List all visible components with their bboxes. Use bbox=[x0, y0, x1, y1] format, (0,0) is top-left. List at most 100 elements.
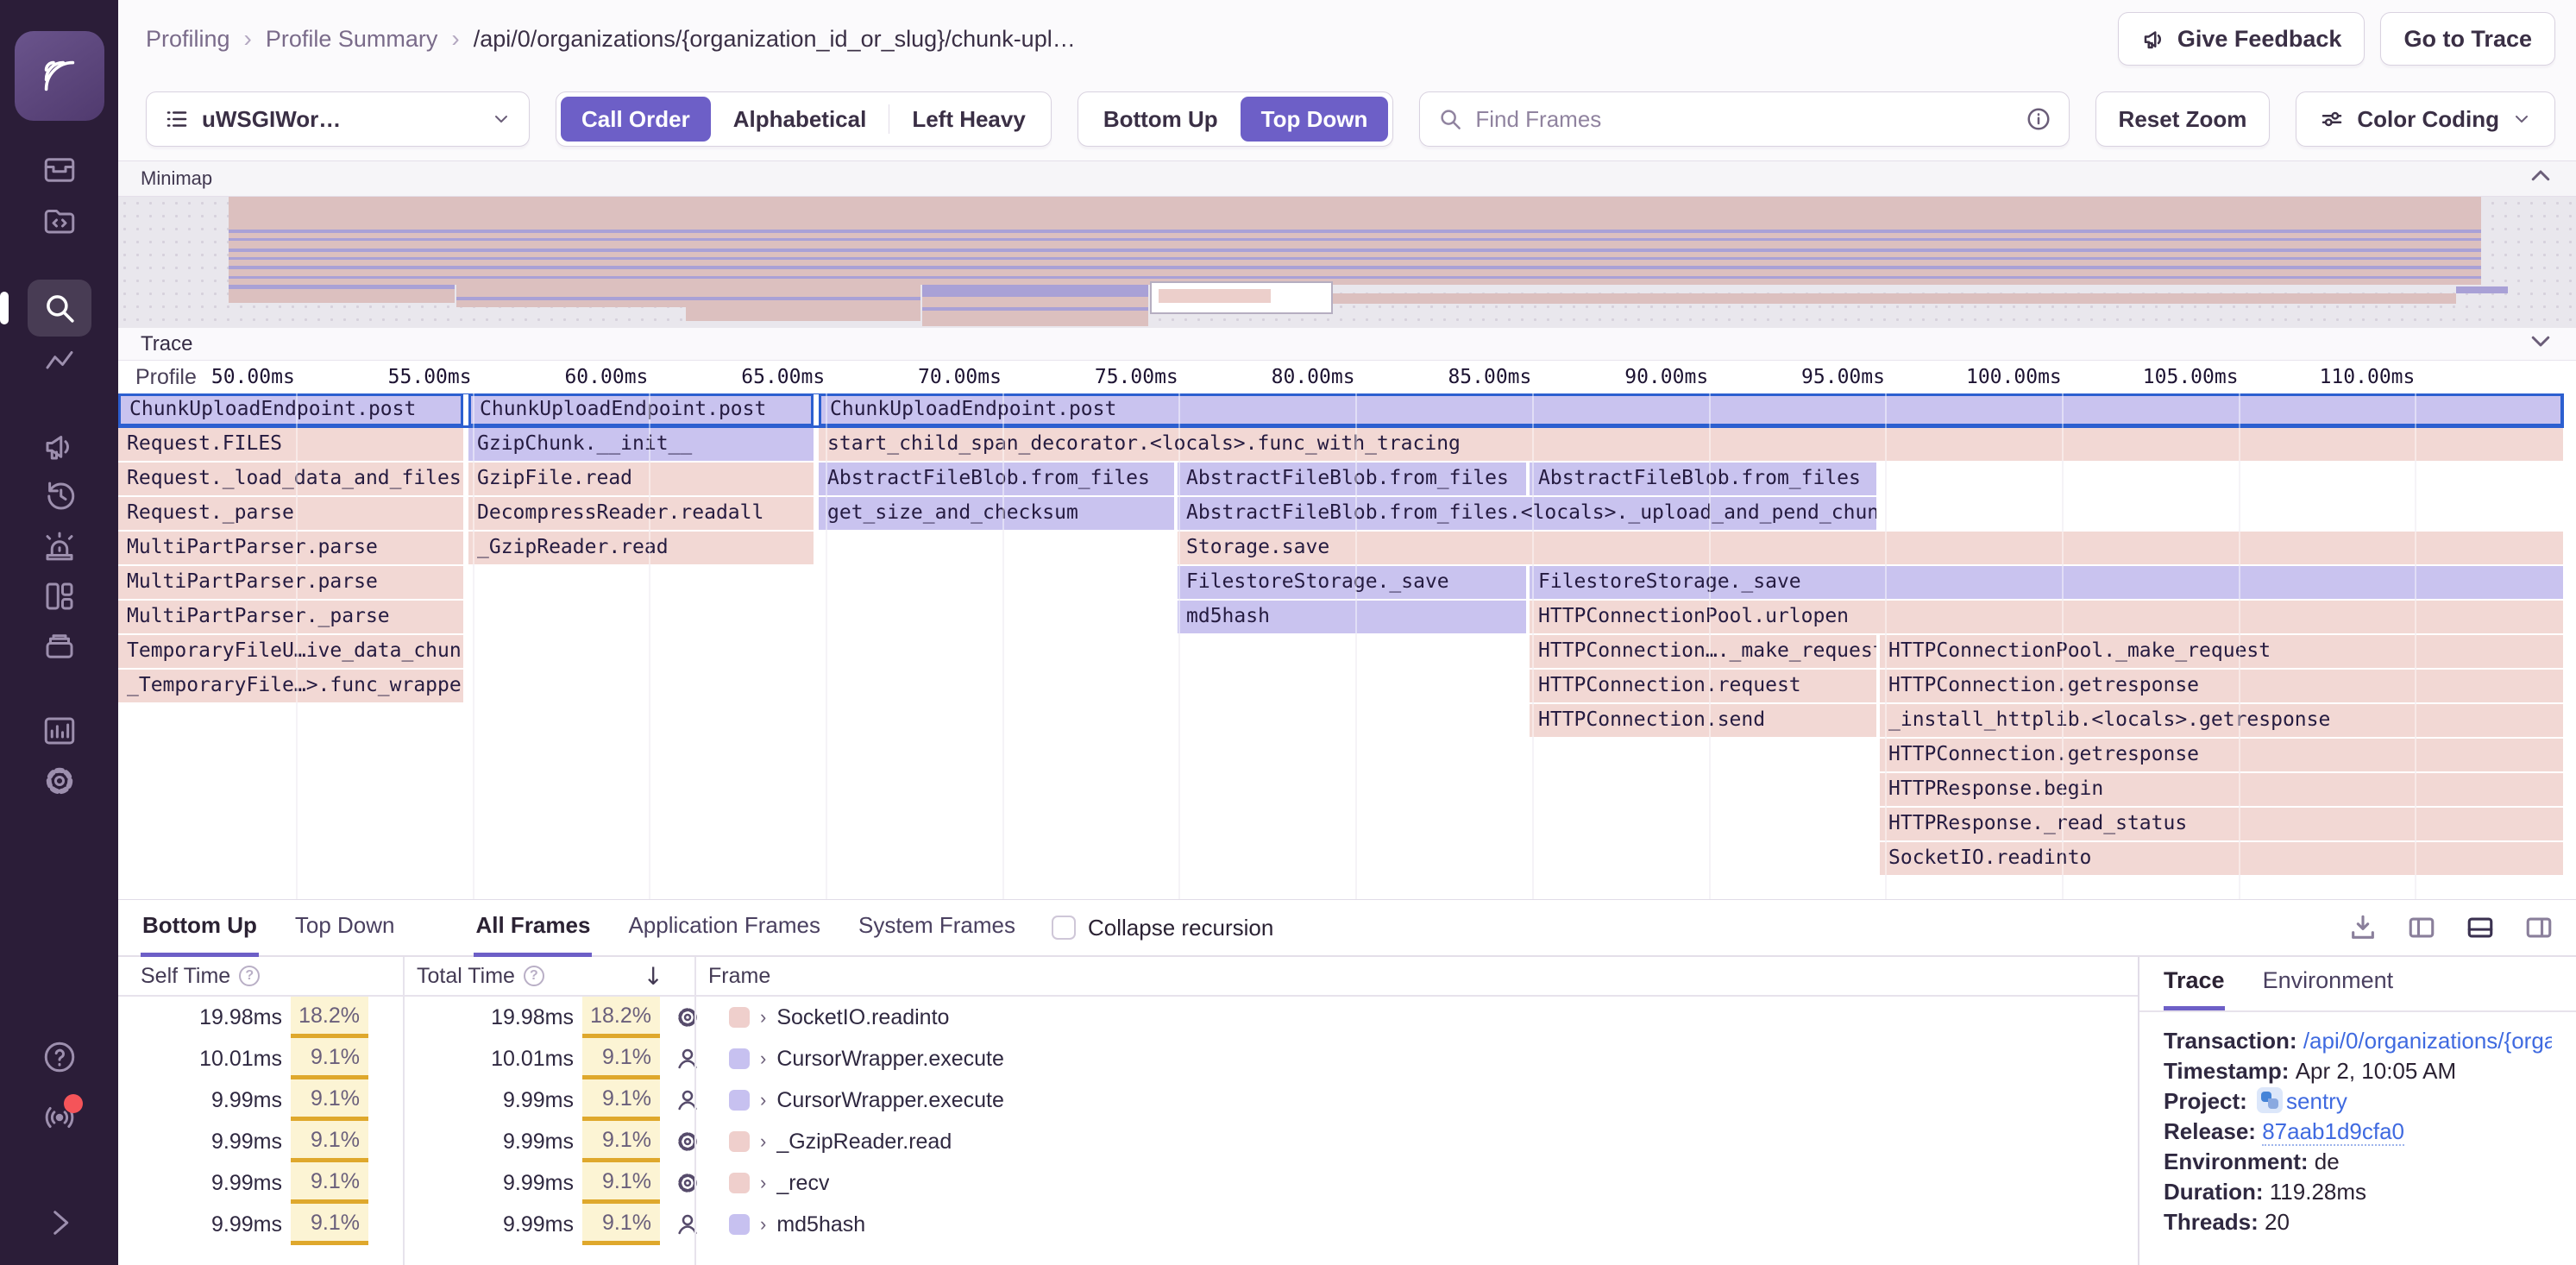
flamegraph-canvas[interactable]: ChunkUploadEndpoint.postChunkUploadEndpo… bbox=[118, 393, 2576, 899]
direction-option-bottom-up[interactable]: Bottom Up bbox=[1083, 97, 1239, 142]
flame-frame[interactable]: ChunkUploadEndpoint.post bbox=[118, 393, 463, 426]
sort-option-call-order[interactable]: Call Order bbox=[561, 97, 711, 142]
give-feedback-button[interactable]: Give Feedback bbox=[2118, 12, 2366, 66]
info-field-value[interactable]: 87aab1d9cfa0 bbox=[2262, 1118, 2404, 1146]
flame-frame[interactable]: Request._parse bbox=[118, 497, 463, 530]
tab-trace[interactable]: Trace bbox=[2164, 967, 2225, 1010]
tab-top-down[interactable]: Top Down bbox=[293, 898, 397, 957]
help-tooltip-icon[interactable]: ? bbox=[239, 966, 260, 986]
collapse-recursion-checkbox[interactable] bbox=[1052, 916, 1076, 940]
expand-chevron-icon[interactable]: › bbox=[760, 1006, 766, 1029]
table-row[interactable]: 9.99ms9.1%9.99ms9.1%›_GzipReader.read bbox=[118, 1121, 2138, 1162]
flame-frame[interactable]: start_child_span_decorator.<locals>.func… bbox=[819, 428, 2563, 461]
flame-frame[interactable]: _TemporaryFile…>.func_wrapper bbox=[118, 670, 463, 702]
flame-frame[interactable]: _GzipReader.read bbox=[468, 532, 814, 564]
find-frames-search[interactable]: Find Frames bbox=[1419, 91, 2069, 147]
color-coding-button[interactable]: Color Coding bbox=[2296, 91, 2555, 147]
flame-frame[interactable]: ChunkUploadEndpoint.post bbox=[468, 393, 814, 426]
sidebar-item-explore[interactable] bbox=[31, 195, 88, 245]
table-row[interactable]: 19.98ms18.2%19.98ms18.2%›SocketIO.readin… bbox=[118, 997, 2138, 1038]
tab-bottom-up[interactable]: Bottom Up bbox=[141, 898, 259, 957]
sidebar-item-feedback[interactable] bbox=[31, 421, 88, 471]
info-field-value[interactable]: sentry bbox=[2286, 1088, 2347, 1114]
sidebar-collapse-button[interactable] bbox=[31, 1198, 88, 1248]
frame-header[interactable]: Frame bbox=[694, 964, 770, 989]
breadcrumb-profiling[interactable]: Profiling bbox=[146, 26, 230, 53]
flame-frame[interactable]: ChunkUploadEndpoint.post bbox=[819, 393, 2563, 426]
go-to-trace-button[interactable]: Go to Trace bbox=[2380, 12, 2555, 66]
flame-frame[interactable]: HTTPConnection.send bbox=[1530, 704, 1876, 737]
flame-frame[interactable]: HTTPConnection…._make_request bbox=[1530, 635, 1876, 668]
total-time-header[interactable]: Total Time ? ↓ bbox=[403, 962, 694, 991]
flame-frame[interactable]: Storage.save bbox=[1178, 532, 2563, 564]
flame-frame[interactable]: HTTPConnectionPool._make_request bbox=[1880, 635, 2563, 668]
layout-bottom-icon[interactable] bbox=[2466, 913, 2495, 942]
flame-frame[interactable]: Request.FILES bbox=[118, 428, 463, 461]
sidebar-item-issues[interactable] bbox=[31, 145, 88, 195]
table-row[interactable]: 10.01ms9.1%10.01ms9.1%›CursorWrapper.exe… bbox=[118, 1038, 2138, 1079]
tab-application-frames[interactable]: Application Frames bbox=[626, 898, 822, 957]
flame-frame[interactable]: MultiPartParser.parse bbox=[118, 566, 463, 599]
info-field-value[interactable]: /api/0/organizations/{organ… bbox=[2303, 1028, 2552, 1054]
info-icon[interactable] bbox=[2026, 106, 2051, 132]
self-time-header[interactable]: Self Time ? bbox=[118, 964, 403, 989]
collapse-minimap-button[interactable] bbox=[2528, 163, 2554, 194]
flame-frame[interactable]: HTTPConnectionPool.urlopen bbox=[1530, 601, 2563, 633]
sidebar-item-search[interactable] bbox=[28, 280, 91, 337]
tab-environment[interactable]: Environment bbox=[2263, 967, 2394, 1010]
flame-frame[interactable]: _install_httplib.<locals>.getresponse bbox=[1880, 704, 2563, 737]
expand-chevron-icon[interactable]: › bbox=[760, 1172, 766, 1194]
minimap-canvas[interactable] bbox=[118, 197, 2576, 328]
layout-left-icon[interactable] bbox=[2407, 913, 2436, 942]
flame-frame[interactable]: HTTPConnection.getresponse bbox=[1880, 670, 2563, 702]
tab-system-frames[interactable]: System Frames bbox=[857, 898, 1017, 957]
flame-frame[interactable]: GzipChunk.__init__ bbox=[468, 428, 814, 461]
column-divider[interactable] bbox=[694, 957, 696, 1265]
sidebar-item-whats-new[interactable] bbox=[31, 1092, 88, 1142]
table-row[interactable]: 9.99ms9.1%9.99ms9.1%›CursorWrapper.execu… bbox=[118, 1079, 2138, 1121]
sidebar-item-settings[interactable] bbox=[31, 756, 88, 806]
thread-selector[interactable]: uWSGIWor… bbox=[146, 91, 530, 147]
sidebar-item-insights[interactable] bbox=[31, 337, 88, 387]
download-icon[interactable] bbox=[2348, 913, 2378, 942]
sidebar-item-releases[interactable] bbox=[31, 621, 88, 671]
flame-frame[interactable]: GzipFile.read bbox=[468, 463, 814, 495]
help-tooltip-icon[interactable]: ? bbox=[524, 966, 544, 986]
table-row[interactable]: 9.99ms9.1%9.99ms9.1%›md5hash bbox=[118, 1204, 2138, 1245]
sentry-logo[interactable] bbox=[15, 31, 104, 121]
sort-option-alphabetical[interactable]: Alphabetical bbox=[713, 97, 888, 142]
flame-frame[interactable]: HTTPConnection.getresponse bbox=[1880, 739, 2563, 771]
flame-frame[interactable]: md5hash bbox=[1178, 601, 1526, 633]
flame-frame[interactable]: MultiPartParser._parse bbox=[118, 601, 463, 633]
reset-zoom-button[interactable]: Reset Zoom bbox=[2095, 91, 2271, 147]
flame-frame[interactable]: AbstractFileBlob.from_files.<locals>._up… bbox=[1178, 497, 1876, 530]
sidebar-item-alerts[interactable] bbox=[31, 521, 88, 571]
sort-descending-icon[interactable]: ↓ bbox=[644, 962, 663, 991]
flame-frame[interactable]: HTTPResponse.begin bbox=[1880, 773, 2563, 806]
flame-frame[interactable]: FilestoreStorage._save bbox=[1178, 566, 1526, 599]
sidebar-item-help[interactable] bbox=[31, 1032, 88, 1082]
flame-frame[interactable]: HTTPConnection.request bbox=[1530, 670, 1876, 702]
sidebar-item-stats[interactable] bbox=[31, 706, 88, 756]
flame-frame[interactable]: DecompressReader.readall bbox=[468, 497, 814, 530]
direction-option-top-down[interactable]: Top Down bbox=[1241, 97, 1389, 142]
flame-frame[interactable]: TemporaryFileU…ive_data_chunk bbox=[118, 635, 463, 668]
sort-option-left-heavy[interactable]: Left Heavy bbox=[891, 97, 1046, 142]
flame-frame[interactable]: SocketIO.readinto bbox=[1880, 842, 2563, 875]
sidebar-item-replays[interactable] bbox=[31, 471, 88, 521]
minimap-header[interactable]: Minimap bbox=[118, 160, 2576, 197]
tab-all-frames[interactable]: All Frames bbox=[474, 898, 592, 957]
flame-frame[interactable]: AbstractFileBlob.from_files bbox=[819, 463, 1174, 495]
minimap-viewport[interactable] bbox=[1150, 281, 1333, 314]
flame-frame[interactable]: AbstractFileBlob.from_files bbox=[1178, 463, 1526, 495]
flame-frame[interactable]: Request._load_data_and_files bbox=[118, 463, 463, 495]
table-row[interactable]: 9.99ms9.1%9.99ms9.1%›_recv bbox=[118, 1162, 2138, 1204]
expand-chevron-icon[interactable]: › bbox=[760, 1130, 766, 1153]
flame-frame[interactable]: HTTPResponse._read_status bbox=[1880, 808, 2563, 840]
breadcrumb-profile-summary[interactable]: Profile Summary bbox=[266, 26, 438, 53]
layout-right-icon[interactable] bbox=[2524, 913, 2554, 942]
flame-frame[interactable]: get_size_and_checksum bbox=[819, 497, 1174, 530]
collapse-trace-button[interactable] bbox=[2528, 328, 2554, 360]
sidebar-item-dashboards[interactable] bbox=[31, 571, 88, 621]
column-divider[interactable] bbox=[403, 957, 405, 1265]
